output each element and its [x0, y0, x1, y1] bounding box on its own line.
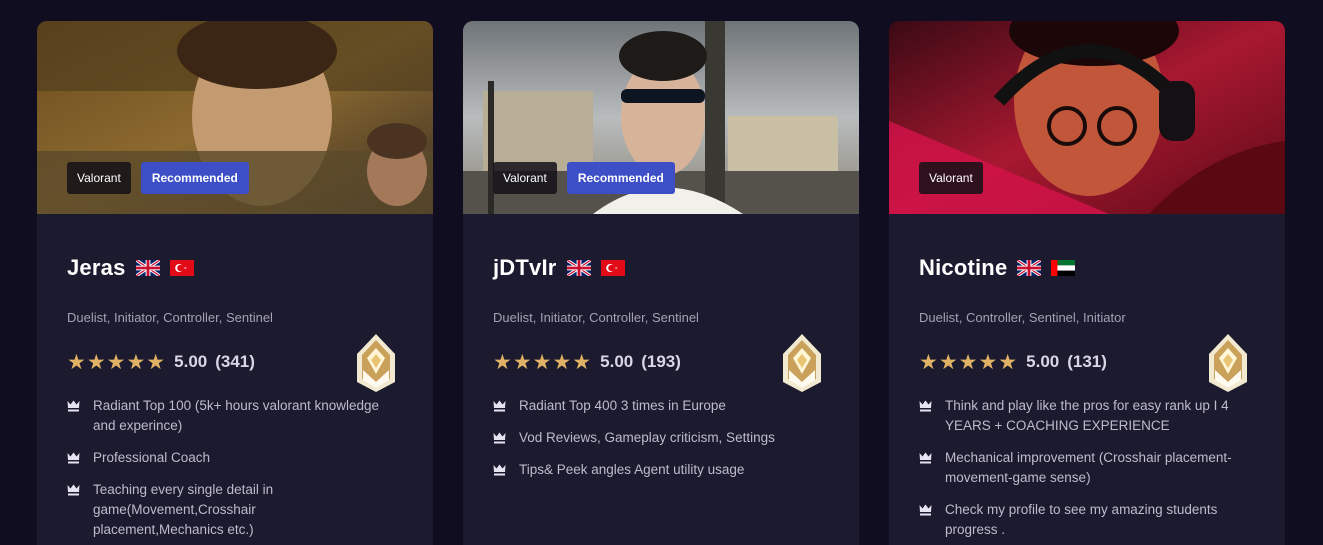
coach-card-jeras[interactable]: Valorant Recommended Jeras Duelist, Init… [37, 21, 433, 545]
recommended-badge: Recommended [140, 162, 249, 194]
feature-item: Radiant Top 400 3 times in Europe [493, 396, 813, 416]
recommended-badge: Recommended [566, 162, 675, 194]
coach-photo: Valorant Recommended [37, 21, 433, 214]
review-count: (341) [215, 352, 255, 371]
turkey-flag-icon [170, 260, 194, 276]
star-rating-icon: ★★★★★ [67, 350, 167, 374]
coach-photo: Valorant Recommended [463, 21, 859, 214]
crown-icon [493, 400, 506, 412]
feature-item: Think and play like the pros for easy ra… [919, 396, 1239, 436]
feature-item: Radiant Top 100 (5k+ hours valorant know… [67, 396, 387, 436]
uk-flag-icon [136, 260, 160, 276]
feature-item: Tips& Peek angles Agent utility usage [493, 460, 813, 480]
review-count: (193) [641, 352, 681, 371]
feature-text: Teaching every single detail in game(Mov… [93, 482, 274, 537]
radiant-rank-icon [783, 334, 821, 392]
feature-text: Tips& Peek angles Agent utility usage [519, 462, 745, 477]
coach-cards: Valorant Recommended Jeras Duelist, Init… [37, 21, 1285, 545]
feature-text: Radiant Top 100 (5k+ hours valorant know… [93, 398, 380, 433]
coach-roles: Duelist, Initiator, Controller, Sentinel [67, 310, 273, 325]
feature-text: Check my profile to see my amazing stude… [945, 502, 1218, 537]
uk-flag-icon [1017, 260, 1041, 276]
coach-name[interactable]: jDTvIr [493, 255, 557, 281]
crown-icon [493, 464, 506, 476]
review-count: (131) [1067, 352, 1107, 371]
rating: ★★★★★ 5.00 (341) [67, 350, 255, 374]
uk-flag-icon [567, 260, 591, 276]
feature-list: Radiant Top 100 (5k+ hours valorant know… [67, 396, 387, 545]
feature-text: Professional Coach [93, 450, 211, 465]
radiant-rank-icon [357, 334, 395, 392]
feature-text: Radiant Top 400 3 times in Europe [519, 398, 726, 413]
game-tag: Valorant [919, 162, 983, 194]
uae-flag-icon [1051, 260, 1075, 276]
feature-list: Radiant Top 400 3 times in Europe Vod Re… [493, 396, 813, 492]
coach-name[interactable]: Nicotine [919, 255, 1007, 281]
crown-icon [67, 484, 80, 496]
rating-score: 5.00 [174, 352, 208, 371]
feature-item: Teaching every single detail in game(Mov… [67, 480, 387, 540]
crown-icon [67, 400, 80, 412]
crown-icon [919, 400, 932, 412]
star-rating-icon: ★★★★★ [493, 350, 593, 374]
crown-icon [67, 452, 80, 464]
rating: ★★★★★ 5.00 (193) [493, 350, 681, 374]
coach-roles: Duelist, Controller, Sentinel, Initiator [919, 310, 1126, 325]
coach-name[interactable]: Jeras [67, 255, 126, 281]
feature-item: Vod Reviews, Gameplay criticism, Setting… [493, 428, 813, 448]
coach-roles: Duelist, Initiator, Controller, Sentinel [493, 310, 699, 325]
feature-text: Think and play like the pros for easy ra… [945, 398, 1229, 433]
feature-item: Mechanical improvement (Crosshair placem… [919, 448, 1239, 488]
feature-list: Think and play like the pros for easy ra… [919, 396, 1239, 545]
crown-icon [493, 432, 506, 444]
coach-photo: Valorant [889, 21, 1285, 214]
rating-score: 5.00 [1026, 352, 1060, 371]
coach-card-jdtvir[interactable]: Valorant Recommended jDTvIr Duelist, Ini… [463, 21, 859, 545]
radiant-rank-icon [1209, 334, 1247, 392]
rating-score: 5.00 [600, 352, 634, 371]
star-rating-icon: ★★★★★ [919, 350, 1019, 374]
game-tag: Valorant [493, 162, 557, 194]
game-tag: Valorant [67, 162, 131, 194]
feature-item: Check my profile to see my amazing stude… [919, 500, 1239, 540]
rating: ★★★★★ 5.00 (131) [919, 350, 1107, 374]
crown-icon [919, 452, 932, 464]
turkey-flag-icon [601, 260, 625, 276]
feature-text: Mechanical improvement (Crosshair placem… [945, 450, 1232, 485]
coach-card-nicotine[interactable]: Valorant Nicotine Duelist, Controller, S… [889, 21, 1285, 545]
crown-icon [919, 504, 932, 516]
feature-item: Professional Coach [67, 448, 387, 468]
feature-text: Vod Reviews, Gameplay criticism, Setting… [519, 430, 775, 445]
